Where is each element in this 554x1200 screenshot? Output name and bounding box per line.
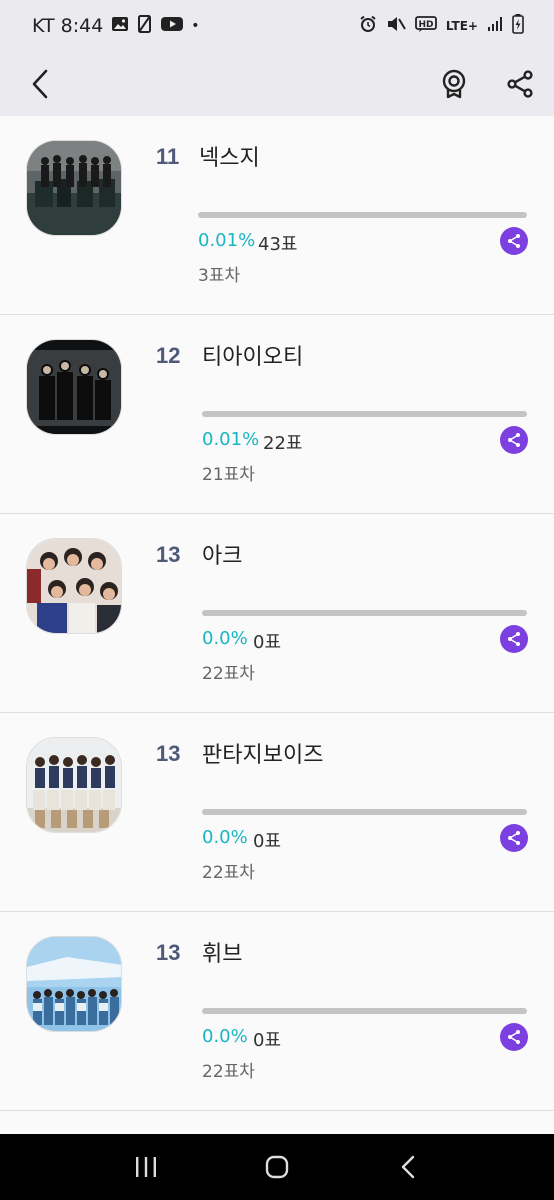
group-photo-thumb — [26, 737, 122, 833]
vote-count: 0표 — [253, 1030, 282, 1051]
recent-apps-icon — [135, 1157, 156, 1177]
artist-name: 티아이오티 — [202, 345, 304, 370]
vote-progress-bar — [202, 411, 527, 417]
vote-count: 43표 — [258, 234, 298, 255]
award-button[interactable] — [438, 64, 470, 104]
vote-gap: 22표차 — [202, 664, 255, 684]
list-item[interactable]: 13 아크 0.0% 0표 22표차 — [0, 514, 554, 713]
share-icon — [508, 632, 520, 646]
vote-progress-bar — [202, 1008, 527, 1014]
mute-icon — [386, 15, 406, 37]
award-badge-icon — [442, 69, 466, 99]
list-item[interactable]: 13 판타지보이즈 0.0% 0표 22표차 — [0, 713, 554, 912]
vote-gap: 21표차 — [202, 465, 255, 485]
battery-icon — [512, 14, 524, 38]
share-icon — [508, 831, 520, 845]
item-share-button[interactable] — [500, 824, 528, 852]
home-button[interactable] — [253, 1143, 301, 1191]
vote-count: 0표 — [253, 831, 282, 852]
item-share-button[interactable] — [500, 625, 528, 653]
hd-voice-icon: HD — [414, 15, 437, 37]
svg-text:HD: HD — [418, 20, 433, 30]
vote-count: 22표 — [263, 433, 303, 454]
artist-name: 판타지보이즈 — [202, 743, 324, 768]
artist-name: 휘브 — [202, 942, 243, 967]
app-bar — [0, 52, 554, 116]
artist-name: 아크 — [202, 544, 243, 569]
vote-progress-bar — [202, 809, 527, 815]
group-photo-thumb — [26, 936, 122, 1032]
list-item[interactable]: 11 넥스지 0.01% 43표 3표차 — [0, 116, 554, 315]
notification-dot: • — [191, 18, 200, 34]
vote-progress-bar — [198, 212, 527, 218]
back-button[interactable] — [24, 64, 56, 104]
rank-number: 12 — [156, 343, 181, 368]
ranking-list: 11 넥스지 0.01% 43표 3표차 12 티아이오티 0.01% 22표 … — [0, 116, 554, 1111]
group-photo-thumb — [26, 339, 122, 435]
item-share-button[interactable] — [500, 426, 528, 454]
vote-percent: 0.01% — [198, 230, 256, 251]
vote-percent: 0.0% — [202, 1026, 248, 1047]
list-item[interactable]: 12 티아이오티 0.01% 22표 21표차 — [0, 315, 554, 514]
vote-gap: 22표차 — [202, 863, 255, 883]
chevron-left-icon — [32, 69, 48, 99]
vote-percent: 0.0% — [202, 628, 248, 649]
gallery-icon — [111, 15, 129, 37]
rank-number: 13 — [156, 741, 181, 766]
share-page-button[interactable] — [504, 64, 536, 104]
rank-number: 13 — [156, 940, 181, 965]
share-icon — [507, 70, 533, 98]
signal-icon — [487, 16, 503, 36]
group-photo-thumb — [26, 140, 122, 236]
chevron-left-icon — [402, 1155, 415, 1179]
item-share-button[interactable] — [500, 227, 528, 255]
home-icon — [265, 1155, 289, 1179]
system-back-button[interactable] — [384, 1143, 432, 1191]
vote-progress-bar — [202, 610, 527, 616]
network-label: LTE+ — [445, 19, 478, 33]
recent-apps-button[interactable] — [122, 1143, 170, 1191]
status-bar: KT 8:44 • HD LTE+ — [0, 0, 554, 52]
share-icon — [508, 433, 520, 447]
vote-gap: 22표차 — [202, 1062, 255, 1082]
vote-gap: 3표차 — [198, 266, 241, 286]
vote-percent: 0.0% — [202, 827, 248, 848]
system-nav-bar — [0, 1134, 554, 1200]
share-icon — [508, 1030, 520, 1044]
share-icon — [508, 234, 520, 248]
alarm-icon — [359, 15, 377, 37]
group-photo-thumb — [26, 538, 122, 634]
item-share-button[interactable] — [500, 1023, 528, 1051]
vote-count: 0표 — [253, 632, 282, 653]
rank-number: 11 — [156, 144, 180, 169]
carrier-time: KT 8:44 — [32, 15, 104, 37]
vote-percent: 0.01% — [202, 429, 260, 450]
list-item[interactable]: 13 휘브 0.0% 0표 22표차 — [0, 912, 554, 1111]
youtube-icon — [161, 15, 184, 37]
rank-number: 13 — [156, 542, 181, 567]
artist-name: 넥스지 — [199, 146, 260, 171]
screen-mirror-icon — [137, 14, 153, 38]
